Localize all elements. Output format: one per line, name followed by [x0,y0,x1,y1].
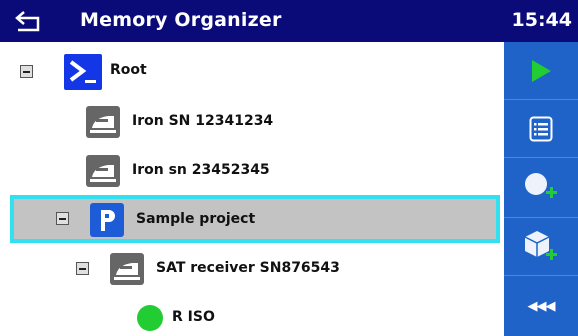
add-structure-icon [524,230,557,260]
play-icon [532,59,551,82]
collapse-icon[interactable] [20,65,33,78]
tree-node-label: Iron SN 12341234 [132,113,274,129]
collapse-icon[interactable] [56,212,69,225]
page-title: Memory Organizer [80,9,282,31]
tree-node-item[interactable]: Iron SN 12341234 [0,98,504,146]
add-structure-button[interactable] [504,218,578,276]
tree-node-label: SAT receiver SN876543 [156,260,340,276]
project-icon [90,203,124,237]
tree-node-label: Sample project [136,211,256,227]
iron-icon [110,253,144,285]
tree-node-item[interactable]: Iron sn 23452345 [0,147,504,195]
back-arrow-icon[interactable] [14,8,44,34]
tree-node-label: R ISO [172,309,215,325]
add-measurement-button[interactable] [504,160,578,218]
terminal-icon [64,54,102,90]
tree-node-root[interactable]: Root [0,48,504,96]
tree-node-selected[interactable]: Sample project [10,195,500,243]
add-measurement-icon [525,172,557,198]
side-toolbar: ◀◀◀ [504,42,578,336]
iron-icon [86,106,120,138]
tree-node-item[interactable]: SAT receiver SN876543 [0,245,504,293]
tree-node-item[interactable]: R ISO [0,294,504,336]
status-dot-icon [137,305,163,331]
iron-icon [86,155,120,187]
view-list-button[interactable] [504,100,578,158]
more-options-button[interactable]: ◀◀◀ [504,278,578,336]
tree-node-label: Root [110,62,147,78]
list-icon [529,116,553,141]
collapse-icon[interactable] [76,262,89,275]
tree-node-label: Iron sn 23452345 [132,162,270,178]
clock: 15:44 [511,9,572,31]
run-button[interactable] [504,42,578,100]
header-bar: Memory Organizer 15:44 [0,0,578,42]
